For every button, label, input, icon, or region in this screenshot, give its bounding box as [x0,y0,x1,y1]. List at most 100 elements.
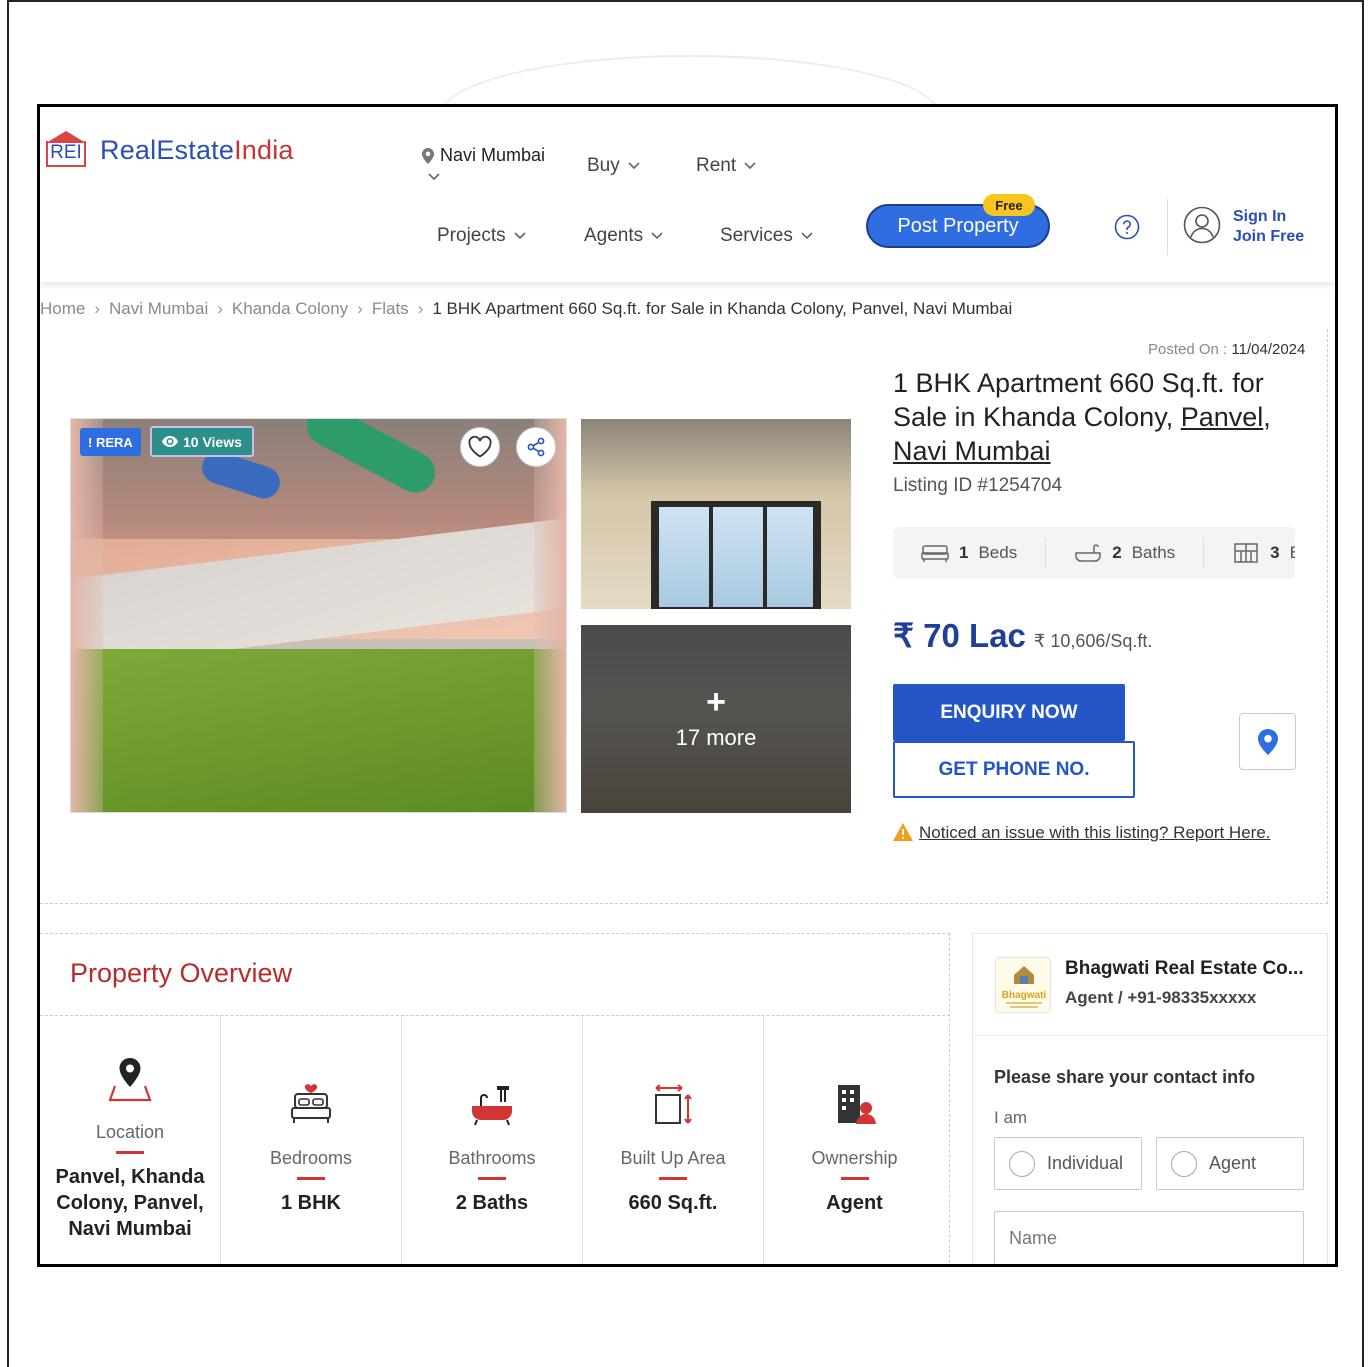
overview-bathrooms: Bathrooms 2 Baths [402,1016,583,1264]
i-am-label: I am [994,1108,1028,1127]
chevron-down-icon [744,162,756,170]
overview-underline [478,1177,506,1180]
name-input[interactable] [994,1211,1304,1264]
nav-buy[interactable]: Buy [587,155,640,177]
nav-agents[interactable]: Agents [584,225,663,247]
listing-summary-card: Posted On : 11/04/2024 ! RERA 10 Views +… [40,329,1328,904]
title-link-panvel[interactable]: Panvel [1181,402,1264,432]
logo-word-realestate: RealEstate [100,134,235,165]
site-logo[interactable]: REI RealEstateIndia [44,131,294,169]
overview-grid: Location Panvel, Khanda Colony, Panvel, … [40,1015,950,1264]
nav-agents-label: Agents [584,225,644,246]
map-button[interactable] [1239,713,1296,770]
more-photos-label: 17 more [675,725,757,750]
nav-projects-label: Projects [437,225,506,246]
breadcrumb-home[interactable]: Home [40,299,85,319]
chevron-down-icon [801,232,813,240]
agent-contact-card: Bhagwati Bhagwati Real Estate Co... Agen… [972,933,1329,1264]
radio-agent[interactable]: Agent [1156,1137,1304,1190]
overview-ownership-label: Ownership [811,1148,898,1168]
overview-bathrooms-label: Bathrooms [448,1148,536,1168]
nav-rent[interactable]: Rent [696,155,756,177]
more-photos-thumbnail[interactable]: + 17 more [581,625,851,813]
join-free-link[interactable]: Join Free [1233,227,1304,247]
overview-location: Location Panvel, Khanda Colony, Panvel, … [40,1016,221,1264]
posted-date: 11/04/2024 [1231,341,1306,358]
location-pin-icon [422,147,434,164]
sign-in-link[interactable]: Sign In [1233,207,1304,227]
help-icon[interactable] [1114,214,1140,240]
heart-icon [468,436,492,458]
bed-icon [921,545,949,562]
radio-circle[interactable] [1009,1150,1035,1177]
overview-underline [116,1151,144,1154]
logo-house-icon: REI [44,131,86,169]
agent-logo-image: Bhagwati [1002,966,1046,1008]
location-selector[interactable]: Navi Mumbai [422,145,545,166]
chevron-down-icon [651,232,663,240]
get-phone-button[interactable]: GET PHONE NO. [893,741,1135,798]
rera-badge-label: RERA [95,434,133,450]
price-block: ₹ 70 Lac ₹ 10,606/Sq.ft. [893,616,1152,655]
breadcrumb: Home › Navi Mumbai › Khanda Colony › Fla… [40,299,1012,319]
overview-bedrooms-label: Bedrooms [269,1148,353,1168]
overview-ownership-value: Agent [826,1192,883,1214]
radio-agent-label: Agent [1209,1153,1257,1173]
page-screenshot: REI RealEstateIndia Navi Mumbai Buy Rent… [37,104,1338,1267]
agent-logo[interactable]: Bhagwati [995,957,1051,1013]
report-issue: Noticed an issue with this listing? Repo… [893,820,1273,846]
breadcrumb-separator: › [217,299,223,318]
property-photo-thumbnail[interactable] [581,419,851,609]
nav-rent-label: Rent [696,155,737,176]
main-property-photo[interactable] [70,418,567,813]
property-overview: Property Overview Location Panvel, Khand… [40,933,950,1264]
eye-icon [162,436,178,447]
warning-icon [893,823,913,841]
enquiry-now-button[interactable]: ENQUIRY NOW [893,684,1125,741]
favorite-button[interactable] [460,427,500,467]
logo-letters: REI [46,141,86,167]
breadcrumb-locality[interactable]: Khanda Colony [232,299,348,319]
site-header: REI RealEstateIndia Navi Mumbai Buy Rent… [40,107,1335,282]
breadcrumb-city[interactable]: Navi Mumbai [109,299,208,319]
nav-projects[interactable]: Projects [437,225,526,247]
spec-beds-value: 1 [959,543,969,562]
header-divider [1167,199,1168,255]
chevron-down-icon [628,162,640,170]
plus-icon: + [706,683,726,721]
contact-info-heading: Please share your contact info [994,1067,1256,1087]
overview-underline [659,1177,687,1180]
overview-bathrooms-value: 2 Baths [455,1192,529,1214]
logo-wordmark: RealEstateIndia [100,135,294,166]
overview-area-value: 660 Sq.ft. [628,1192,718,1214]
title-link-navi-mumbai[interactable]: Navi Mumbai [893,436,1051,466]
agent-name[interactable]: Bhagwati Real Estate Co... [1065,958,1304,980]
overview-bedrooms: Bedrooms 1 BHK [221,1016,402,1264]
overview-underline [840,1177,869,1180]
location-chevron-down-icon[interactable] [428,173,440,181]
breadcrumb-separator: › [357,299,363,318]
spec-beds: 1 Beds [893,538,1047,568]
listing-title: 1 BHK Apartment 660 Sq.ft. for Sale in K… [893,366,1313,468]
breadcrumb-flats[interactable]: Flats [372,299,409,319]
nav-services[interactable]: Services [720,225,813,247]
bathroom-icon [472,1086,512,1126]
posted-label: Posted On : [1148,341,1228,358]
spec-balconies-value: 3 [1270,543,1280,562]
overview-area-label: Built Up Area [620,1148,726,1168]
report-issue-link[interactable]: Noticed an issue with this listing? Repo… [919,823,1271,842]
radio-circle[interactable] [1171,1150,1197,1177]
user-account-icon[interactable] [1183,206,1221,244]
share-button[interactable] [516,427,556,467]
overview-bedrooms-value: 1 BHK [280,1192,341,1214]
views-badge: 10 Views [150,426,254,457]
agent-header: Bhagwati Bhagwati Real Estate Co... Agen… [973,934,1329,1036]
radio-individual-label: Individual [1047,1153,1124,1173]
bathtub-icon [1075,544,1101,562]
ownership-icon [837,1085,876,1124]
overview-built-up-area: Built Up Area 660 Sq.ft. [583,1016,764,1264]
share-icon [527,437,545,457]
radio-individual[interactable]: Individual [994,1137,1142,1190]
rera-badge: ! RERA [80,428,141,456]
specs-bar: 1 Beds 2 Baths 3 Ba [893,527,1295,579]
